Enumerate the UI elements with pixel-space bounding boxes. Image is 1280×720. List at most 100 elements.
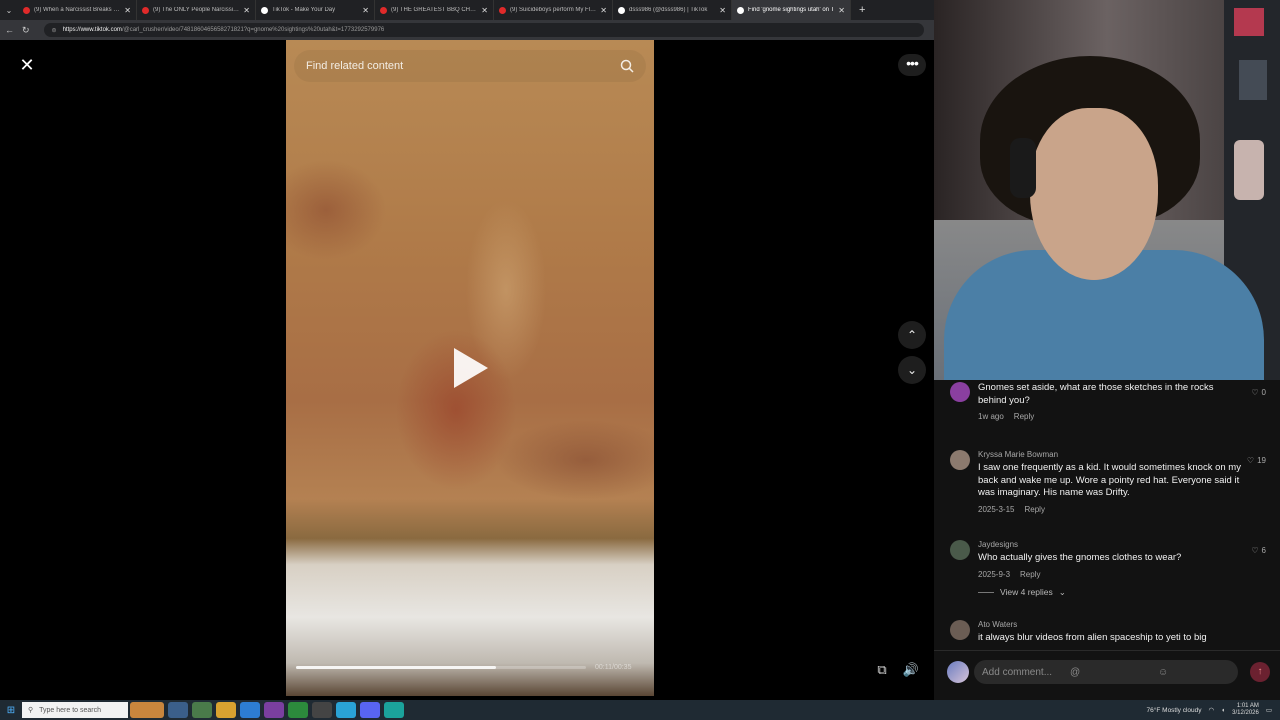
comment-date: 2025-9-3 bbox=[978, 569, 1011, 579]
browser-tab[interactable]: (9) When a Narcissist Breaks the ✕ bbox=[18, 0, 137, 20]
taskbar-app-icon[interactable] bbox=[312, 702, 332, 718]
system-tray: 76°F Mostly cloudy ◠ ◖ 1:01 AM 3/12/2026… bbox=[1147, 703, 1280, 717]
tab-close-icon[interactable]: ✕ bbox=[362, 6, 369, 15]
comment-composer: Add comment... @ ☺ ↑ bbox=[934, 650, 1280, 700]
play-icon[interactable] bbox=[454, 348, 488, 388]
tab-close-icon[interactable]: ✕ bbox=[719, 6, 726, 15]
url-field[interactable]: ⊜ https://www.tiktok.com/@carl_crusher/v… bbox=[43, 23, 924, 37]
browser-tab[interactable]: Find 'gnome sightings utah' on T ✕ bbox=[732, 0, 851, 20]
taskbar-app-icon[interactable] bbox=[168, 702, 188, 718]
picture-in-picture-icon[interactable]: ⧉ bbox=[870, 658, 894, 682]
search-icon[interactable] bbox=[620, 59, 634, 73]
comment-likes[interactable]: ♡ 19 bbox=[1247, 456, 1266, 465]
previous-video-button[interactable]: ⌃ bbox=[898, 321, 926, 349]
emoji-icon[interactable]: ☺ bbox=[1158, 667, 1238, 678]
comment-likes[interactable]: ♡ 0 bbox=[1251, 388, 1266, 397]
chevron-down-icon: ⌄ bbox=[1058, 586, 1066, 597]
taskbar-app-icon[interactable] bbox=[240, 702, 260, 718]
webcam-overlay bbox=[934, 0, 1280, 380]
back-icon[interactable]: ← bbox=[5, 25, 14, 35]
address-bar: ← ↻ ⊜ https://www.tiktok.com/@carl_crush… bbox=[0, 20, 934, 40]
reload-icon[interactable]: ↻ bbox=[22, 25, 30, 36]
reply-button[interactable]: Reply bbox=[1024, 505, 1044, 514]
taskbar-app-icon[interactable] bbox=[336, 702, 356, 718]
comment-author[interactable]: Ato Waters bbox=[978, 620, 1242, 629]
wifi-icon[interactable]: ◠ bbox=[1209, 706, 1215, 714]
view-replies-label: View 4 replies bbox=[1000, 587, 1053, 597]
view-replies-button[interactable]: View 4 replies ⌄ bbox=[978, 587, 1242, 598]
comment-date: 2025-3-15 bbox=[978, 504, 1015, 514]
weather-status[interactable]: 76°F Mostly cloudy bbox=[1147, 707, 1202, 714]
comment-text: it always blur videos from alien spacesh… bbox=[978, 632, 1207, 643]
reply-button[interactable]: Reply bbox=[1020, 570, 1040, 579]
related-search-input[interactable]: Find related content bbox=[306, 60, 620, 72]
tab-close-icon[interactable]: ✕ bbox=[243, 6, 250, 15]
avatar[interactable] bbox=[950, 620, 970, 640]
browser-tab[interactable]: (9) The ONLY People Narcissists ✕ bbox=[137, 0, 256, 20]
tab-search-icon[interactable]: ⌄ bbox=[0, 6, 18, 15]
video-player[interactable]: Find related content 00:11/00:35 bbox=[286, 40, 654, 696]
more-options-button[interactable]: ••• bbox=[898, 54, 926, 76]
clock[interactable]: 1:01 AM 3/12/2026 bbox=[1232, 703, 1259, 717]
comment-author[interactable]: Kryssa Marie Bowman bbox=[978, 450, 1242, 459]
avatar bbox=[947, 661, 969, 683]
heart-icon[interactable]: ♡ bbox=[1251, 546, 1258, 555]
reply-button[interactable]: Reply bbox=[1014, 412, 1034, 421]
tab-close-icon[interactable]: ✕ bbox=[600, 6, 607, 15]
tab-title: Find 'gnome sightings utah' on T bbox=[748, 7, 835, 13]
taskbar-app-icon[interactable] bbox=[192, 702, 212, 718]
tab-title: (9) The ONLY People Narcissists bbox=[153, 7, 240, 13]
new-tab-button[interactable]: + bbox=[859, 4, 865, 16]
tab-close-icon[interactable]: ✕ bbox=[838, 6, 845, 15]
browser-tab[interactable]: (9) THE GREATEST BBQ CHALLEN✕ bbox=[375, 0, 494, 20]
close-button[interactable]: ✕ bbox=[14, 54, 40, 76]
browser-tab[interactable]: dsss986 (@dsss986) | TikTok ✕ bbox=[613, 0, 732, 20]
volume-icon[interactable]: 🔊 bbox=[899, 658, 923, 682]
volume-icon[interactable]: ◖ bbox=[1221, 707, 1225, 714]
taskbar-app-icon[interactable] bbox=[360, 702, 380, 718]
taskbar-app-icon[interactable] bbox=[216, 702, 236, 718]
comment-input[interactable]: Add comment... @ ☺ bbox=[974, 660, 1238, 684]
taskbar-app-icon[interactable] bbox=[264, 702, 284, 718]
taskbar-app-icon[interactable] bbox=[384, 702, 404, 718]
video-stage: ✕ ••• Find related content 00:11/00:35 ⌃… bbox=[0, 40, 934, 700]
taskbar-search[interactable]: ⚲ Type here to search bbox=[22, 702, 128, 718]
taskbar: ⊞ ⚲ Type here to search 76°F Mostly clou… bbox=[0, 700, 1280, 720]
comment-text: Who actually gives the gnomes clothes to… bbox=[978, 552, 1182, 563]
send-button[interactable]: ↑ bbox=[1250, 662, 1270, 682]
comment-text: I saw one frequently as a kid. It would … bbox=[978, 462, 1241, 498]
comment-likes[interactable]: ♡ 6 bbox=[1251, 546, 1266, 555]
tab-title: (9) THE GREATEST BBQ CHALLEN bbox=[391, 7, 478, 13]
taskbar-app-icon[interactable] bbox=[288, 702, 308, 718]
heart-icon[interactable]: ♡ bbox=[1251, 388, 1258, 397]
next-video-button[interactable]: ⌄ bbox=[898, 356, 926, 384]
site-info-icon[interactable]: ⊜ bbox=[52, 27, 57, 34]
tab-close-icon[interactable]: ✕ bbox=[481, 6, 488, 15]
tab-favicon-icon bbox=[737, 6, 744, 14]
like-count: 0 bbox=[1261, 388, 1266, 397]
heart-icon[interactable]: ♡ bbox=[1247, 456, 1254, 465]
clock-time: 1:01 AM bbox=[1236, 703, 1259, 709]
browser-tab[interactable]: TikTok - Make Your Day ✕ bbox=[256, 0, 375, 20]
avatar[interactable] bbox=[950, 450, 970, 470]
tab-favicon-icon bbox=[261, 6, 268, 14]
notifications-icon[interactable]: ▭ bbox=[1266, 706, 1272, 714]
browser-tab-bar: ⌄ (9) When a Narcissist Breaks the ✕ (9) T… bbox=[0, 0, 934, 20]
taskbar-search-placeholder: Type here to search bbox=[39, 706, 102, 714]
tab-favicon-icon bbox=[23, 6, 30, 14]
tab-favicon-icon bbox=[618, 6, 625, 14]
avatar[interactable] bbox=[950, 540, 970, 560]
tab-close-icon[interactable]: ✕ bbox=[124, 6, 131, 15]
comment-author[interactable]: Jaydesigns bbox=[978, 540, 1242, 549]
taskbar-weather-widget[interactable] bbox=[130, 702, 164, 718]
mention-icon[interactable]: @ bbox=[1070, 667, 1150, 678]
tab-favicon-icon bbox=[142, 6, 149, 14]
browser-tab[interactable]: (9) Suicideboys perform My Flaw ✕ bbox=[494, 0, 613, 20]
windows-start-icon[interactable]: ⊞ bbox=[0, 705, 22, 716]
progress-bar[interactable] bbox=[296, 666, 497, 669]
avatar[interactable] bbox=[950, 382, 970, 402]
tab-favicon-icon bbox=[380, 6, 387, 14]
tab-title: TikTok - Make Your Day bbox=[272, 7, 336, 13]
comment-text: Gnomes set aside, what are those sketche… bbox=[978, 382, 1214, 406]
related-content-search[interactable]: Find related content bbox=[294, 50, 646, 82]
